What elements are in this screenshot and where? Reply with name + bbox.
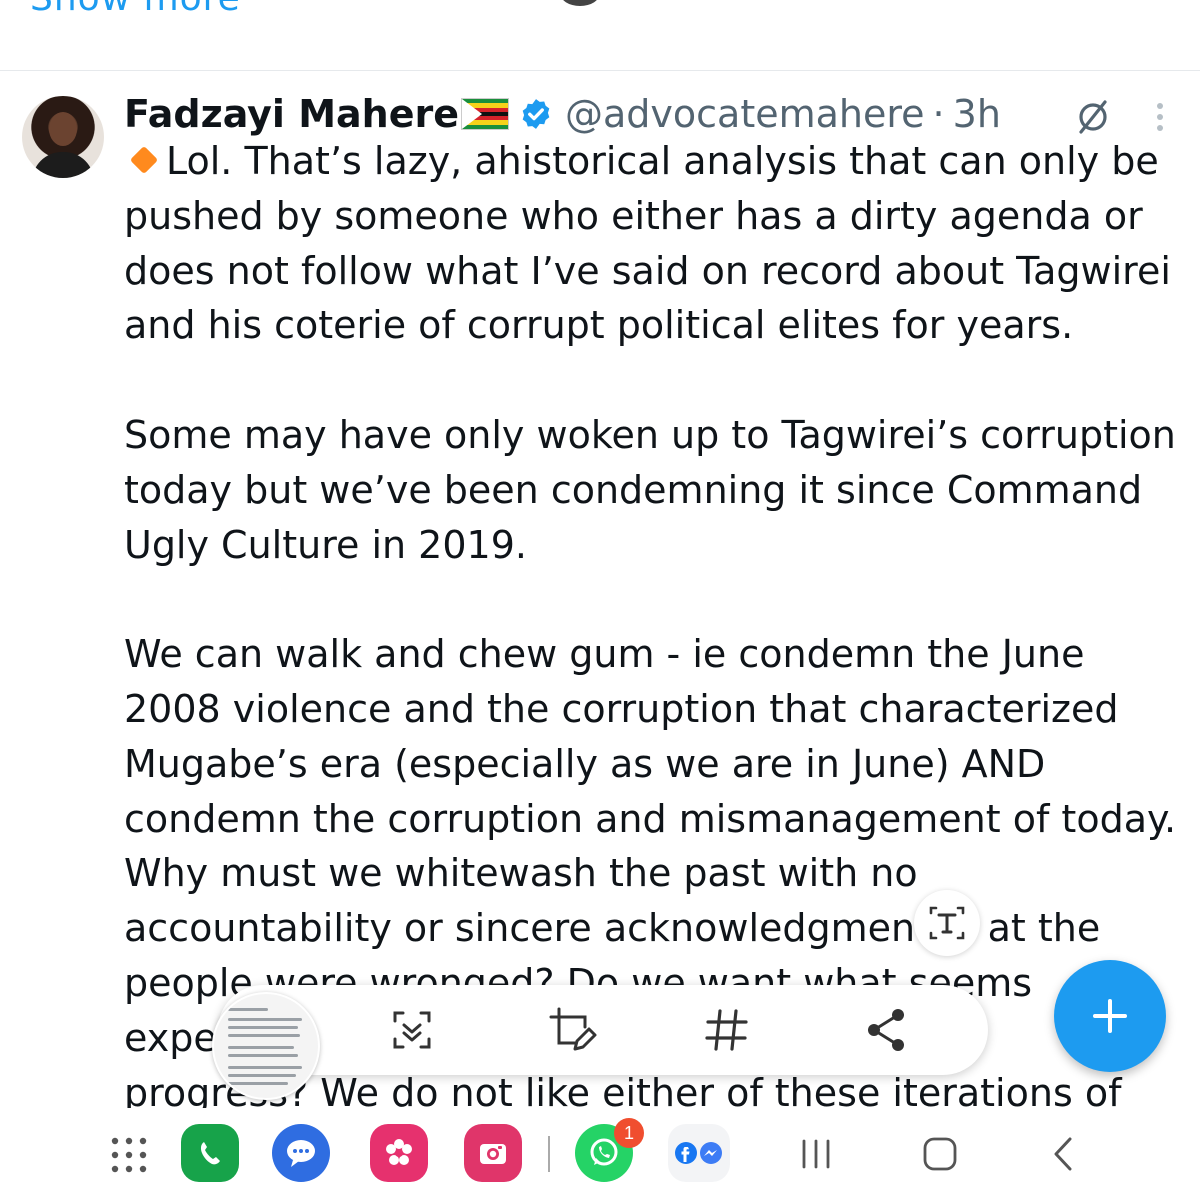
screenshot-thumbnail[interactable] <box>212 992 320 1100</box>
phone-app-icon[interactable] <box>181 1124 239 1182</box>
author-avatar[interactable] <box>22 96 104 178</box>
tweet-text: Lol. That’s lazy, ahistorical analysis t… <box>124 134 1184 1120</box>
orange-diamond-emoji <box>129 145 159 175</box>
author-name[interactable]: Fadzayi Mahere <box>124 92 459 136</box>
messages-app-icon[interactable] <box>272 1124 330 1182</box>
tweet-body-text: Lol. That’s lazy, ahistorical analysis t… <box>124 139 1177 1115</box>
verified-badge-icon <box>522 99 550 129</box>
home-icon[interactable] <box>922 1136 958 1172</box>
flower-icon <box>386 1139 412 1165</box>
show-more-link[interactable]: Show more <box>30 0 241 19</box>
scroll-capture-icon[interactable] <box>385 1003 439 1057</box>
more-vertical-icon[interactable] <box>1150 100 1170 134</box>
camera-app-icon[interactable] <box>464 1124 522 1182</box>
avatar-shirt <box>32 152 94 178</box>
tweet-header: Fadzayi Mahere @advocatemahere · 3h <box>124 90 1001 138</box>
flower-app-icon[interactable] <box>370 1124 428 1182</box>
compose-button[interactable] <box>1054 960 1166 1072</box>
previous-tweet-strip: Show more <box>0 0 1200 71</box>
app-drawer-icon[interactable] <box>110 1136 148 1174</box>
chat-bubble-icon <box>287 1140 315 1167</box>
tag-icon[interactable] <box>700 1003 754 1057</box>
author-handle[interactable]: @advocatemahere <box>565 92 925 136</box>
meta-separator: · <box>932 92 945 136</box>
tweet-time[interactable]: 3h <box>953 92 1001 136</box>
app-folder-icon[interactable] <box>668 1124 730 1182</box>
share-icon[interactable] <box>860 1003 914 1057</box>
grok-icon[interactable] <box>1072 96 1114 138</box>
avatar-face <box>49 112 77 146</box>
recent-apps-icon[interactable] <box>800 1138 832 1170</box>
dock-divider <box>548 1136 550 1172</box>
previous-media-fragment <box>560 0 600 6</box>
zimbabwe-flag-icon <box>461 98 509 130</box>
text-extract-icon <box>929 906 965 940</box>
plus-icon <box>1093 999 1127 1033</box>
phone-icon <box>200 1142 220 1165</box>
facebook-messenger-icon <box>675 1142 722 1164</box>
back-icon[interactable] <box>1050 1136 1076 1172</box>
text-extract-button[interactable] <box>914 890 980 956</box>
whatsapp-notification-badge: 1 <box>614 1118 644 1148</box>
edit-crop-icon[interactable] <box>545 1003 599 1057</box>
camera-icon <box>480 1144 506 1164</box>
